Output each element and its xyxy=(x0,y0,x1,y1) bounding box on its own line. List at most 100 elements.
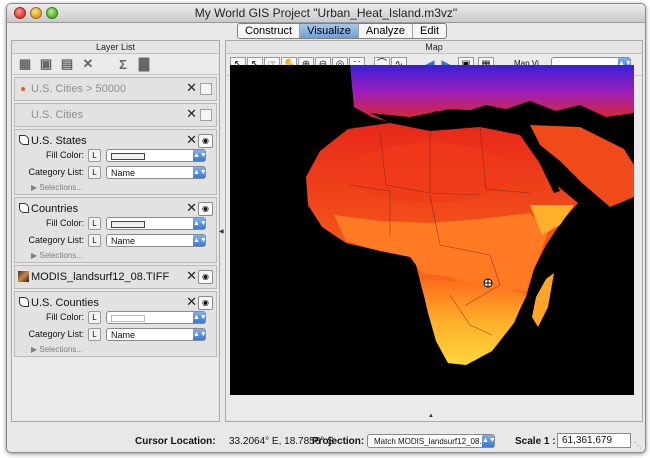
map-canvas[interactable] xyxy=(230,65,634,395)
layer-us-counties[interactable]: U.S. Counties ✕ ◉ Fill Color: L ▲▼ Categ… xyxy=(14,291,217,357)
mode-visualize[interactable]: Visualize xyxy=(300,24,359,38)
legend-button[interactable]: L xyxy=(88,217,101,230)
category-list-row: Category List: L Name ▲▼ xyxy=(15,328,216,342)
fill-color-dropdown[interactable]: ▲▼ xyxy=(106,149,207,162)
table-icon[interactable]: ▤ xyxy=(59,56,75,71)
status-bar: Cursor Location: 33.2064° E, 18.7856° S … xyxy=(7,432,645,452)
splitter-handle-icon[interactable]: ◀ xyxy=(219,228,224,235)
scale-input[interactable]: 61,361,679 xyxy=(557,433,631,448)
dropdown-arrow-icon: ▲▼ xyxy=(193,167,207,178)
layer-us-cities-50000[interactable]: U.S. Cities > 50000 ✕ xyxy=(14,77,217,101)
layer-list-panel: Layer List ▦ ▣ ▤ ✕ Σ ▇ U.S. Cities > 500… xyxy=(11,40,220,422)
legend-button[interactable]: L xyxy=(88,328,101,341)
fill-color-row: Fill Color: L ▲▼ xyxy=(15,217,216,231)
dropdown-arrow-icon: ▲▼ xyxy=(193,235,207,246)
category-dropdown[interactable]: Name ▲▼ xyxy=(106,166,207,179)
mode-analyze[interactable]: Analyze xyxy=(359,24,414,38)
remove-layer-icon[interactable]: ✕ xyxy=(186,80,197,96)
category-list-label: Category List: xyxy=(28,329,84,339)
projection-label: Projection: xyxy=(312,436,365,447)
remove-layer-icon[interactable]: ✕ xyxy=(186,268,197,284)
sum-icon[interactable]: Σ xyxy=(115,57,131,72)
dropdown-arrow-icon: ▲▼ xyxy=(193,150,207,161)
dropdown-arrow-icon: ▲▼ xyxy=(193,218,207,229)
fill-color-row: Fill Color: L ▲▼ xyxy=(15,149,216,163)
fill-color-label: Fill Color: xyxy=(45,312,84,322)
layer-visibility-checkbox[interactable] xyxy=(200,83,212,95)
land-surface-temperature-map xyxy=(230,65,634,395)
layer-countries[interactable]: Countries ✕ ◉ Fill Color: L ▲▼ Category … xyxy=(14,197,217,263)
open-layer-icon[interactable]: ▦ xyxy=(17,56,33,71)
fill-swatch xyxy=(111,315,145,322)
category-list-row: Category List: L Name ▲▼ xyxy=(15,234,216,248)
save-layer-icon[interactable]: ▣ xyxy=(38,56,54,71)
layer-visibility-checkbox[interactable] xyxy=(200,109,212,121)
disclosure-triangle-icon: ▶ xyxy=(31,183,38,192)
map-title: Map xyxy=(226,41,642,54)
delete-icon[interactable]: ✕ xyxy=(80,56,96,71)
visibility-eye-icon[interactable]: ◉ xyxy=(198,296,213,310)
layer-list-title: Layer List xyxy=(12,41,219,54)
scale-label: Scale 1 : xyxy=(515,436,556,447)
dropdown-arrow-icon: ▲▼ xyxy=(482,435,496,447)
map-splitter-handle-icon[interactable]: ▲ xyxy=(428,413,434,419)
remove-layer-icon[interactable]: ✕ xyxy=(186,132,197,148)
fill-swatch xyxy=(111,221,145,228)
map-panel: Map ↖ ↖ ☞ ✋ ⊕ ⊖ ◎ ∷ ⌒ ∿ ◀ ▶ ▣ ▦ Map Vi..… xyxy=(225,40,643,422)
histogram-icon[interactable]: ▇ xyxy=(136,56,152,71)
visibility-eye-icon[interactable]: ◉ xyxy=(198,270,213,284)
layer-name: MODIS_landsurf12_08.TIFF xyxy=(31,271,170,283)
remove-layer-icon[interactable]: ✕ xyxy=(186,200,197,216)
fill-color-dropdown[interactable]: ▲▼ xyxy=(106,217,207,230)
layer-us-states[interactable]: U.S. States ✕ ◉ Fill Color: L ▲▼ Categor… xyxy=(14,129,217,195)
legend-button[interactable]: L xyxy=(88,149,101,162)
fill-color-row: Fill Color: L ▲▼ xyxy=(15,311,216,325)
remove-layer-icon[interactable]: ✕ xyxy=(186,294,197,310)
title-bar: My World GIS Project "Urban_Heat_Island.… xyxy=(7,4,645,23)
category-value: Name xyxy=(111,168,136,178)
legend-button[interactable]: L xyxy=(88,166,101,179)
polygon-layer-icon xyxy=(19,297,29,307)
category-value: Name xyxy=(111,236,136,246)
legend-button[interactable]: L xyxy=(88,234,101,247)
layer-us-cities[interactable]: U.S. Cities ✕ xyxy=(14,103,217,127)
layer-modis-raster[interactable]: MODIS_landsurf12_08.TIFF ✕ ◉ xyxy=(14,265,217,289)
category-dropdown[interactable]: Name ▲▼ xyxy=(106,328,207,341)
legend-button[interactable]: L xyxy=(88,311,101,324)
layer-name: Countries xyxy=(31,203,79,215)
mode-construct[interactable]: Construct xyxy=(238,24,301,38)
polygon-layer-icon xyxy=(19,135,29,145)
selections-disclosure[interactable]: ▶ Selections... xyxy=(31,345,83,354)
category-dropdown[interactable]: Name ▲▼ xyxy=(106,234,207,247)
visibility-eye-icon[interactable]: ◉ xyxy=(198,202,213,216)
layer-name: U.S. States xyxy=(31,135,87,147)
layer-list-toolbar: ▦ ▣ ▤ ✕ Σ ▇ xyxy=(12,54,219,75)
selections-disclosure[interactable]: ▶ Selections... xyxy=(31,251,83,260)
selections-disclosure[interactable]: ▶ Selections... xyxy=(31,183,83,192)
selections-label: Selections... xyxy=(39,251,83,260)
dropdown-arrow-icon: ▲▼ xyxy=(193,329,207,340)
fill-color-label: Fill Color: xyxy=(45,150,84,160)
cursor-crosshair-icon xyxy=(483,278,493,288)
remove-layer-icon[interactable]: ✕ xyxy=(186,106,197,122)
fill-swatch xyxy=(111,153,145,160)
visibility-eye-icon[interactable]: ◉ xyxy=(198,134,213,148)
fill-color-dropdown[interactable]: ▲▼ xyxy=(106,311,207,324)
category-list-label: Category List: xyxy=(28,167,84,177)
window-title: My World GIS Project "Urban_Heat_Island.… xyxy=(194,6,458,20)
disclosure-triangle-icon: ▶ xyxy=(31,251,38,260)
selections-label: Selections... xyxy=(39,183,83,192)
mode-edit[interactable]: Edit xyxy=(413,24,446,38)
disclosure-triangle-icon: ▶ xyxy=(31,345,38,354)
category-list-label: Category List: xyxy=(28,235,84,245)
layer-name: U.S. Counties xyxy=(31,297,99,309)
resize-grip-icon[interactable]: ⋱ xyxy=(634,441,642,450)
point-symbol-icon xyxy=(21,87,25,91)
raster-thumbnail-icon xyxy=(18,271,29,282)
app-window: My World GIS Project "Urban_Heat_Island.… xyxy=(6,3,646,453)
polygon-layer-icon xyxy=(19,203,29,213)
projection-dropdown[interactable]: Match MODIS_landsurf12_08.T... ▲▼ xyxy=(367,434,496,448)
category-list-row: Category List: L Name ▲▼ xyxy=(15,166,216,180)
fill-color-label: Fill Color: xyxy=(45,218,84,228)
category-value: Name xyxy=(111,330,136,340)
